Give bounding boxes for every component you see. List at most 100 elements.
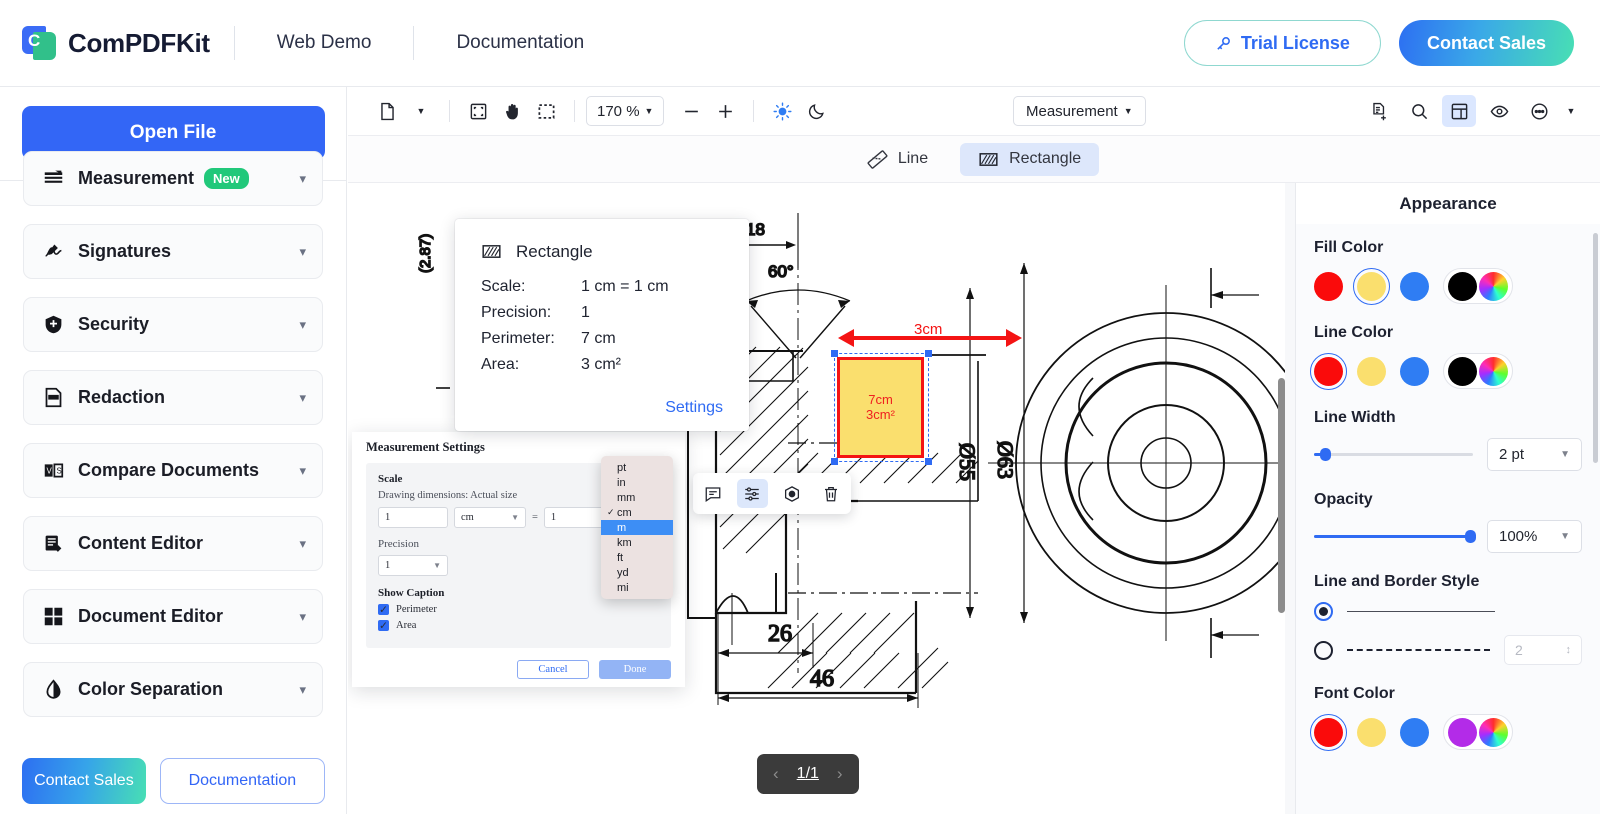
zoom-level-selector[interactable]: 170 % ▼ bbox=[586, 96, 665, 126]
settings-link[interactable]: Settings bbox=[665, 399, 723, 417]
checkbox-area[interactable]: ✓ bbox=[378, 620, 389, 632]
sun-icon[interactable] bbox=[765, 95, 799, 127]
moon-icon[interactable] bbox=[799, 95, 833, 127]
font-swatch-red[interactable] bbox=[1310, 713, 1347, 751]
mode-line-button[interactable]: Line bbox=[849, 143, 946, 176]
radio-solid-style[interactable] bbox=[1314, 602, 1333, 621]
opacity-slider-knob[interactable] bbox=[1465, 530, 1476, 543]
zoom-out-button[interactable] bbox=[674, 95, 708, 127]
stepper-arrows-icon[interactable]: ↕ bbox=[1566, 644, 1572, 656]
fill-swatch-yellow[interactable] bbox=[1353, 267, 1390, 305]
line-swatch-blue[interactable] bbox=[1400, 356, 1429, 386]
document-properties-icon[interactable] bbox=[1362, 95, 1396, 127]
hand-icon[interactable] bbox=[495, 95, 529, 127]
line-swatch-red[interactable] bbox=[1310, 352, 1347, 390]
popup-value-scale: 1 cm = 1 cm bbox=[581, 278, 669, 295]
appearance-panel-scrollbar[interactable] bbox=[1593, 233, 1598, 463]
next-page-button[interactable]: › bbox=[837, 764, 843, 784]
contact-sales-button[interactable]: Contact Sales bbox=[1398, 20, 1574, 66]
done-button[interactable]: Done bbox=[599, 660, 671, 679]
sidebar-item-security[interactable]: Security ▾ bbox=[23, 297, 323, 352]
more-chevron-down-icon[interactable]: ▼ bbox=[1562, 95, 1580, 127]
unit-option-cm[interactable]: ✓ cm bbox=[601, 505, 673, 520]
unit-option-mm[interactable]: mm bbox=[601, 490, 673, 505]
unit-option-mi[interactable]: mi bbox=[601, 580, 673, 595]
eye-icon[interactable] bbox=[1482, 95, 1516, 127]
page-dropdown-chevron-down-icon[interactable]: ▼ bbox=[404, 95, 438, 127]
border-style-dashed-row[interactable]: 2 ↕ bbox=[1314, 635, 1582, 665]
opacity-value-select[interactable]: 100% ▼ bbox=[1487, 520, 1582, 553]
search-icon[interactable] bbox=[1402, 95, 1436, 127]
stamp-icon[interactable] bbox=[776, 479, 807, 508]
color-wheel-icon[interactable] bbox=[1479, 717, 1508, 747]
page-icon[interactable] bbox=[370, 95, 404, 127]
sidebar-item-content-editor[interactable]: Content Editor ▾ bbox=[23, 516, 323, 571]
unit-option-ft[interactable]: ft bbox=[601, 550, 673, 565]
font-swatch-blue[interactable] bbox=[1400, 717, 1429, 747]
zoom-in-button[interactable] bbox=[708, 95, 742, 127]
line-swatch-yellow[interactable] bbox=[1357, 356, 1386, 386]
checkbox-perimeter[interactable]: ✓ bbox=[378, 604, 389, 616]
unit-option-pt[interactable]: pt bbox=[601, 460, 673, 475]
drawing-unit-select[interactable]: cm ▼ bbox=[454, 507, 526, 528]
nav-documentation[interactable]: Documentation bbox=[438, 32, 602, 54]
properties-icon[interactable] bbox=[736, 479, 768, 508]
resize-handle-bottom-right[interactable] bbox=[925, 458, 932, 465]
resize-handle-top-right[interactable] bbox=[925, 350, 932, 357]
fill-swatch-blue[interactable] bbox=[1400, 271, 1429, 301]
page-counter[interactable]: 1/1 bbox=[797, 765, 819, 783]
nav-web-demo[interactable]: Web Demo bbox=[259, 32, 390, 54]
brand-logo[interactable]: C ComPDFKit bbox=[22, 26, 210, 60]
fill-swatch-black[interactable] bbox=[1448, 271, 1477, 301]
sidebar-item-document-editor[interactable]: Document Editor ▾ bbox=[23, 589, 323, 644]
prev-page-button[interactable]: ‹ bbox=[773, 764, 779, 784]
sidebar-item-color-separation[interactable]: Color Separation ▾ bbox=[23, 662, 323, 717]
resize-handle-bottom-left[interactable] bbox=[831, 458, 838, 465]
unit-option-m[interactable]: m bbox=[601, 520, 673, 535]
popup-value-precision: 1 bbox=[581, 304, 590, 321]
popup-key-area: Area: bbox=[481, 356, 520, 373]
line-width-value-select[interactable]: 2 pt ▼ bbox=[1487, 438, 1582, 471]
line-width-slider[interactable] bbox=[1314, 448, 1473, 461]
annotation-selection-box[interactable] bbox=[831, 350, 932, 465]
sidebar-item-redaction[interactable]: Redaction ▾ bbox=[23, 370, 323, 425]
resize-handle-top-left[interactable] bbox=[831, 350, 838, 357]
unit-option-in[interactable]: in bbox=[601, 475, 673, 490]
more-options-icon[interactable] bbox=[1522, 95, 1556, 127]
font-swatch-yellow[interactable] bbox=[1357, 717, 1386, 747]
sidebar-item-measurement[interactable]: Measurement New ▾ bbox=[23, 151, 323, 206]
panel-layout-icon[interactable] bbox=[1442, 95, 1476, 127]
cancel-button[interactable]: Cancel bbox=[517, 660, 589, 679]
dash-gap-stepper[interactable]: 2 ↕ bbox=[1504, 635, 1582, 665]
tool-mode-selector[interactable]: Measurement ▼ bbox=[1013, 96, 1146, 126]
settings-dialog-title: Measurement Settings bbox=[366, 440, 485, 454]
mode-rectangle-button[interactable]: Rectangle bbox=[960, 142, 1100, 176]
sidebar-contact-sales-button[interactable]: Contact Sales bbox=[22, 758, 146, 804]
fill-swatch-red[interactable] bbox=[1314, 271, 1343, 301]
document-vertical-scrollbar[interactable] bbox=[1278, 378, 1285, 613]
font-swatch-purple[interactable] bbox=[1448, 717, 1477, 747]
color-wheel-icon[interactable] bbox=[1479, 356, 1508, 386]
checkbox-area-row[interactable]: ✓ Area bbox=[378, 620, 659, 632]
unit-option-km[interactable]: km bbox=[601, 535, 673, 550]
delete-icon[interactable] bbox=[816, 479, 847, 508]
sidebar-item-signatures[interactable]: Signatures ▾ bbox=[23, 224, 323, 279]
note-icon[interactable] bbox=[697, 479, 728, 508]
trial-license-button[interactable]: Trial License bbox=[1183, 20, 1381, 66]
drawing-dimension-input[interactable] bbox=[378, 507, 448, 528]
checkbox-perimeter-row[interactable]: ✓ Perimeter bbox=[378, 604, 659, 616]
line-swatch-black[interactable] bbox=[1448, 356, 1477, 386]
line-width-slider-knob[interactable] bbox=[1320, 448, 1332, 461]
border-style-solid-row[interactable] bbox=[1314, 602, 1582, 621]
precision-select[interactable]: 1 ▼ bbox=[378, 555, 448, 576]
color-wheel-icon[interactable] bbox=[1479, 271, 1508, 301]
line-width-value: 2 pt bbox=[1499, 446, 1525, 463]
sidebar-documentation-button[interactable]: Documentation bbox=[159, 758, 325, 804]
line-width-label: Line Width bbox=[1314, 409, 1396, 426]
fit-page-icon[interactable] bbox=[461, 95, 495, 127]
marquee-select-icon[interactable] bbox=[529, 95, 563, 127]
unit-option-yd[interactable]: yd bbox=[601, 565, 673, 580]
sidebar-item-compare-documents[interactable]: V S Compare Documents ▾ bbox=[23, 443, 323, 498]
opacity-slider[interactable] bbox=[1314, 530, 1476, 543]
radio-dashed-style[interactable] bbox=[1314, 640, 1333, 660]
